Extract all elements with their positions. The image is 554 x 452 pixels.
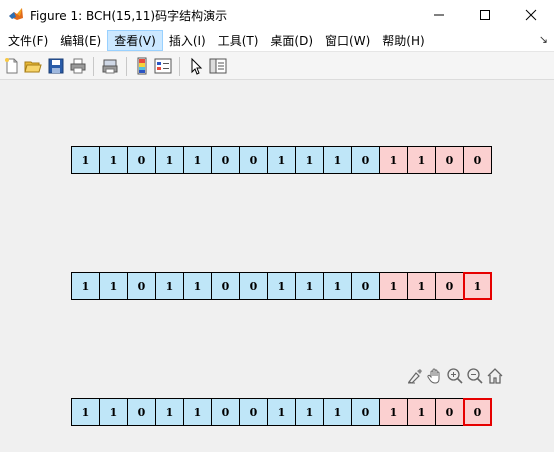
home-icon[interactable] [486,367,504,385]
parity-bit-cell-error: 0 [463,398,492,426]
parity-bit-cell: 0 [435,146,464,174]
parity-bit-cell: 1 [379,272,408,300]
menu-bar: 文件(F) 编辑(E) 查看(V) 插入(I) 工具(T) 桌面(D) 窗口(W… [0,30,554,51]
toolbar-separator [93,57,94,76]
window-title: Figure 1: BCH(15,11)码字结构演示 [30,9,228,23]
menu-window[interactable]: 窗口(W) [319,30,376,51]
info-bit-cell: 0 [239,146,268,174]
info-bit-cell: 1 [99,398,128,426]
close-button[interactable] [508,0,554,30]
info-bit-cell: 0 [127,146,156,174]
dock-arrow-icon[interactable]: ↘ [539,33,548,46]
figure-canvas[interactable]: 110110011101100 110110011101101 11011001… [0,80,554,452]
minimize-button[interactable] [416,0,462,30]
parity-bit-cell: 0 [435,398,464,426]
menu-help[interactable]: 帮助(H) [376,30,430,51]
menu-view[interactable]: 查看(V) [107,30,163,51]
info-bit-cell: 1 [323,272,352,300]
info-bit-cell: 1 [71,398,100,426]
legend-icon[interactable] [154,57,172,75]
toolbar [0,51,554,80]
info-bit-cell: 0 [127,272,156,300]
toolbar-separator [179,57,180,76]
info-bit-cell: 0 [127,398,156,426]
colorbar-icon[interactable] [133,57,151,75]
matlab-icon [9,8,23,20]
info-bit-cell: 1 [71,146,100,174]
info-bit-cell: 1 [323,398,352,426]
parity-bit-cell: 0 [435,272,464,300]
maximize-button[interactable] [462,0,508,30]
zoom-out-icon[interactable] [466,367,484,385]
codeword-row-original: 110110011101100 [71,146,492,174]
info-bit-cell: 1 [183,398,212,426]
codeword-row-received: 110110011101101 [71,272,492,300]
parity-bit-cell: 0 [463,146,492,174]
info-bit-cell: 1 [295,272,324,300]
info-bit-cell: 1 [99,272,128,300]
info-bit-cell: 1 [155,272,184,300]
print-preview-icon[interactable] [101,57,119,75]
parity-bit-cell: 1 [407,146,436,174]
menu-file[interactable]: 文件(F) [2,30,54,51]
zoom-in-icon[interactable] [446,367,464,385]
info-bit-cell: 1 [183,272,212,300]
menu-desktop[interactable]: 桌面(D) [264,30,319,51]
parity-bit-cell: 1 [407,398,436,426]
parity-bit-cell: 1 [379,146,408,174]
info-bit-cell: 1 [183,146,212,174]
info-bit-cell: 1 [323,146,352,174]
close-icon [525,9,537,21]
info-bit-cell: 1 [71,272,100,300]
info-bit-cell: 0 [351,272,380,300]
menu-insert[interactable]: 插入(I) [163,30,212,51]
axes-toolbar [406,367,504,385]
info-bit-cell: 0 [351,146,380,174]
save-icon[interactable] [47,57,65,75]
parity-bit-cell: 1 [379,398,408,426]
open-file-icon[interactable] [24,57,42,75]
info-bit-cell: 1 [99,146,128,174]
parity-bit-cell-error: 1 [463,272,492,300]
maximize-icon [480,10,490,20]
info-bit-cell: 0 [211,272,240,300]
info-bit-cell: 0 [211,146,240,174]
info-bit-cell: 1 [267,398,296,426]
pointer-icon[interactable] [187,57,205,75]
new-figure-icon[interactable] [3,57,21,75]
info-bit-cell: 0 [351,398,380,426]
info-bit-cell: 0 [239,272,268,300]
brush-icon[interactable] [406,367,424,385]
print-icon[interactable] [69,57,87,75]
parity-bit-cell: 1 [407,272,436,300]
pan-icon[interactable] [426,367,444,385]
menu-edit[interactable]: 编辑(E) [54,30,107,51]
minimize-icon [434,14,444,16]
info-bit-cell: 1 [267,272,296,300]
toolbar-separator [126,57,127,76]
menu-tools[interactable]: 工具(T) [212,30,265,51]
info-bit-cell: 1 [295,146,324,174]
info-bit-cell: 1 [155,146,184,174]
info-bit-cell: 0 [239,398,268,426]
info-bit-cell: 1 [295,398,324,426]
codeword-row-corrected: 110110011101100 [71,398,492,426]
info-bit-cell: 1 [155,398,184,426]
title-bar: Figure 1: BCH(15,11)码字结构演示 [0,0,554,30]
property-editor-icon[interactable] [209,57,227,75]
info-bit-cell: 0 [211,398,240,426]
info-bit-cell: 1 [267,146,296,174]
